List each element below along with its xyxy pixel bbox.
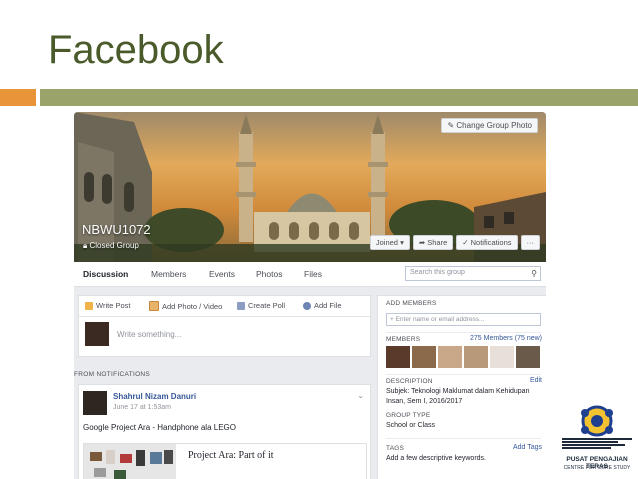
check-icon: ✓	[462, 238, 469, 247]
slide-title: Facebook	[48, 28, 224, 72]
lock-icon: 🔒︎	[83, 241, 88, 250]
group-type-value: School or Class	[386, 422, 436, 429]
change-group-photo-label: Change Group Photo	[456, 121, 532, 130]
notifications-label: Notifications	[470, 238, 512, 247]
member-avatar[interactable]	[412, 346, 436, 368]
feed-post: Shahrul Nizam Danuri June 17 at 1:53am ⌄…	[78, 384, 371, 479]
add-photo-label: Add Photo / Video	[162, 301, 223, 311]
tab-files[interactable]: Files	[304, 269, 322, 279]
facebook-group-page: ✎ Change Group Photo NBWU1072 🔒︎ Closed …	[74, 112, 546, 479]
description-line-1: Subjek: Teknologi Maklumat dalam Kehidup…	[386, 388, 530, 395]
cover-photo: ✎ Change Group Photo NBWU1072 🔒︎ Closed …	[74, 112, 546, 262]
accent-bar-orange	[0, 89, 36, 106]
member-avatar[interactable]	[464, 346, 488, 368]
write-post-button[interactable]: Write Post	[85, 301, 130, 310]
add-tags-link[interactable]: Add Tags	[513, 444, 542, 451]
phone-modules-image	[84, 444, 176, 479]
add-members-label: ADD MEMBERS	[386, 300, 437, 307]
group-tab-bar: Discussion Members Events Photos Files S…	[74, 262, 546, 287]
edit-description-link[interactable]: Edit	[530, 377, 542, 384]
avatar	[85, 322, 109, 346]
tags-label: TAGS	[386, 445, 405, 452]
post-timestamp[interactable]: June 17 at 1:53am	[113, 404, 171, 411]
member-avatar[interactable]	[490, 346, 514, 368]
divider	[386, 332, 541, 333]
chevron-down-icon: ▾	[400, 238, 404, 247]
tab-events[interactable]: Events	[209, 269, 235, 279]
member-avatar[interactable]	[438, 346, 462, 368]
file-icon	[303, 301, 311, 310]
member-avatar[interactable]	[516, 346, 540, 368]
poll-icon	[237, 301, 245, 310]
university-wordmark	[562, 437, 632, 453]
create-poll-button[interactable]: Create Poll	[237, 301, 285, 310]
add-members-input[interactable]: + Enter name or email address...	[386, 313, 541, 326]
from-notifications-label: FROM NOTIFICATIONS	[74, 371, 151, 378]
tags-hint: Add a few descriptive keywords.	[386, 455, 486, 462]
create-poll-label: Create Poll	[248, 301, 286, 310]
change-group-photo-button[interactable]: ✎ Change Group Photo	[441, 118, 538, 133]
group-privacy: 🔒︎ Closed Group	[83, 241, 139, 251]
divider	[386, 438, 541, 439]
tab-members[interactable]: Members	[151, 269, 186, 279]
group-sidebar: ADD MEMBERS + Enter name or email addres…	[377, 295, 546, 479]
post-composer: Write Post Add Photo / Video Create Poll…	[78, 295, 371, 357]
tab-discussion[interactable]: Discussion	[83, 269, 128, 279]
post-text: Google Project Ara - Handphone ala LEGO	[83, 423, 236, 432]
add-file-label: Add File	[314, 301, 342, 310]
joined-button[interactable]: Joined ▾	[369, 235, 410, 250]
logo-line-2: CENTRE FOR CORE STUDY	[563, 465, 631, 471]
pencil-icon: ✎	[447, 121, 455, 130]
search-icon[interactable]: ⚲	[531, 269, 537, 278]
divider	[386, 374, 541, 375]
post-author[interactable]: Shahrul Nizam Danuri	[113, 392, 196, 401]
share-icon: ➦	[418, 238, 426, 247]
notifications-button[interactable]: ✓ Notifications	[456, 235, 518, 250]
add-photo-video-button[interactable]: Add Photo / Video	[149, 301, 222, 311]
tab-photos[interactable]: Photos	[256, 269, 282, 279]
write-post-label: Write Post	[96, 301, 131, 310]
members-label: MEMBERS	[386, 336, 421, 343]
link-title: Project Ara: Part of it	[188, 450, 274, 461]
group-privacy-label: Closed Group	[89, 241, 139, 250]
description-line-2: Insan, Sem I, 2016/2017	[386, 398, 463, 405]
share-button[interactable]: ➦ Share	[412, 235, 454, 250]
member-avatars	[386, 346, 540, 368]
more-options-button[interactable]: ···	[520, 235, 540, 250]
member-avatar[interactable]	[386, 346, 410, 368]
pencil-icon	[85, 301, 93, 310]
photo-icon	[149, 301, 159, 311]
joined-label: Joined	[375, 238, 398, 247]
add-file-button[interactable]: Add File	[303, 301, 342, 310]
link-thumbnail	[84, 444, 176, 479]
accent-bar-olive	[40, 89, 638, 106]
members-count-link[interactable]: 275 Members (75 new)	[470, 335, 542, 342]
search-placeholder: Search this group	[410, 269, 465, 276]
composer-actions: Write Post Add Photo / Video Create Poll…	[79, 296, 370, 317]
share-label: Share	[427, 238, 448, 247]
group-type-label: GROUP TYPE	[386, 412, 431, 419]
institution-logo: PUSAT PENGAJIAN TERAS CENTRE FOR CORE ST…	[560, 403, 634, 475]
write-something-input[interactable]: Write something...	[117, 330, 181, 339]
chevron-down-icon[interactable]: ⌄	[357, 391, 364, 400]
group-search-input[interactable]: Search this group ⚲	[405, 266, 541, 281]
group-name: NBWU1072	[82, 222, 151, 237]
avatar[interactable]	[83, 391, 107, 415]
cover-actions: Joined ▾ ➦ Share ✓ Notifications ···	[369, 235, 540, 250]
description-label: DESCRIPTION	[386, 378, 433, 385]
link-preview[interactable]: Project Ara: Part of it	[83, 443, 367, 479]
